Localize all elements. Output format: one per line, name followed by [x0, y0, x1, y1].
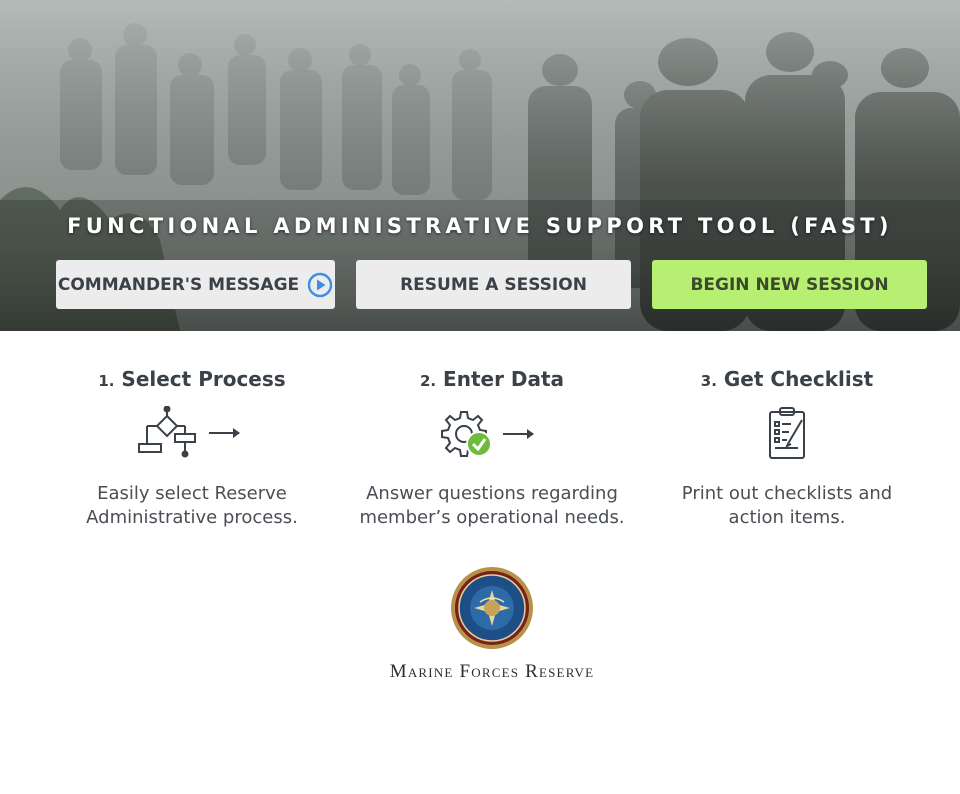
- begin-new-session-button[interactable]: BEGIN NEW SESSION: [652, 260, 927, 309]
- step-description-line: action items.: [728, 507, 846, 528]
- app-title: FUNCTIONAL ADMINISTRATIVE SUPPORT TOOL (…: [67, 214, 893, 238]
- step-get-checklist: 3. Get Checklist Print out checklists an…: [637, 364, 937, 530]
- step-number: 3.: [700, 372, 717, 390]
- gear-check-arrow-icon: [342, 404, 642, 464]
- step-heading: 1. Select Process: [42, 364, 342, 394]
- step-enter-data: 2. Enter Data Answer questions regarding…: [342, 364, 642, 530]
- step-heading: 3. Get Checklist: [637, 364, 937, 394]
- step-description-line: member’s operational needs.: [359, 507, 625, 528]
- step-description-line: Print out checklists and: [681, 483, 893, 504]
- step-description: Answer questions regarding member’s oper…: [342, 482, 642, 530]
- organization-name-text: Marine Forces Reserve: [389, 661, 595, 682]
- step-select-process: 1. Select Process Easily select Reserve …: [42, 364, 342, 530]
- commanders-message-button[interactable]: COMMANDER'S MESSAGE: [56, 260, 335, 309]
- step-title: Select Process: [121, 367, 286, 391]
- step-description: Print out checklists and action items.: [637, 482, 937, 530]
- step-description-line: Answer questions regarding: [366, 483, 618, 504]
- step-description-line: Administrative process.: [86, 507, 298, 528]
- step-title: Enter Data: [443, 367, 565, 391]
- step-description-line: Easily select Reserve: [97, 483, 287, 504]
- resume-session-button[interactable]: RESUME A SESSION: [356, 260, 631, 309]
- step-number: 2.: [419, 372, 437, 390]
- commanders-message-label: COMMANDER'S MESSAGE: [57, 274, 300, 295]
- step-description: Easily select Reserve Administrative pro…: [42, 482, 342, 530]
- flowchart-arrow-icon: [42, 404, 342, 464]
- clipboard-checklist-icon: [637, 404, 937, 464]
- marine-forces-reserve-seal: [450, 566, 534, 650]
- step-title: Get Checklist: [723, 367, 874, 391]
- play-circle-icon: [307, 272, 333, 298]
- hero-banner: FUNCTIONAL ADMINISTRATIVE SUPPORT TOOL (…: [0, 0, 960, 331]
- step-number: 1.: [98, 372, 115, 390]
- step-heading: 2. Enter Data: [342, 364, 642, 394]
- organization-name: Marine Forces Reserve: [0, 661, 960, 683]
